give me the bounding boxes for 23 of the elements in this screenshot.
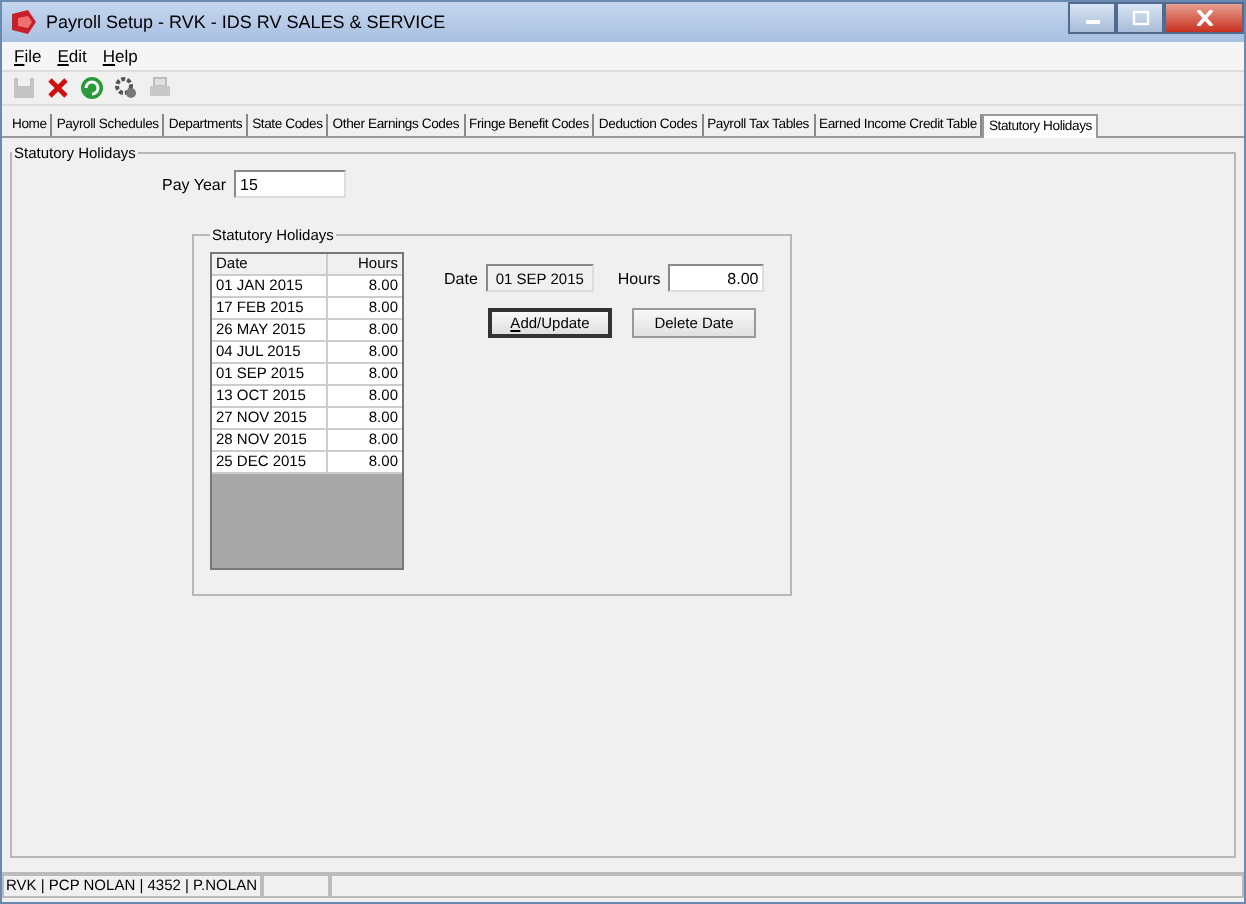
toolbar-button[interactable] (78, 76, 106, 100)
pay-year-field[interactable]: 15 (234, 170, 347, 198)
field-label: Hours (617, 269, 661, 287)
gears-icon (114, 76, 138, 100)
floppy-icon (12, 76, 36, 100)
menu-item[interactable]: File (14, 46, 42, 66)
maximize-button[interactable] (1116, 2, 1164, 34)
cross-icon (46, 76, 70, 100)
menu-item[interactable]: Help (102, 46, 138, 66)
window-title: Payroll Setup - RVK - IDS RV SALES & SERVICE (46, 12, 448, 32)
field-label: Pay Year (162, 175, 227, 193)
menu-item[interactable]: Edit (57, 46, 87, 66)
maximize-icon (1131, 10, 1149, 26)
refresh-icon (80, 76, 104, 100)
printer-icon (148, 76, 172, 100)
app-icon (10, 8, 38, 36)
toolbar-button[interactable] (112, 76, 140, 100)
field-label: Date (444, 269, 478, 287)
close-button[interactable] (1164, 2, 1244, 34)
minimize-button[interactable] (1068, 2, 1116, 34)
hours-field[interactable]: 8.00 (668, 264, 765, 292)
toolbar-button[interactable] (44, 76, 72, 100)
close-icon (1195, 10, 1213, 26)
